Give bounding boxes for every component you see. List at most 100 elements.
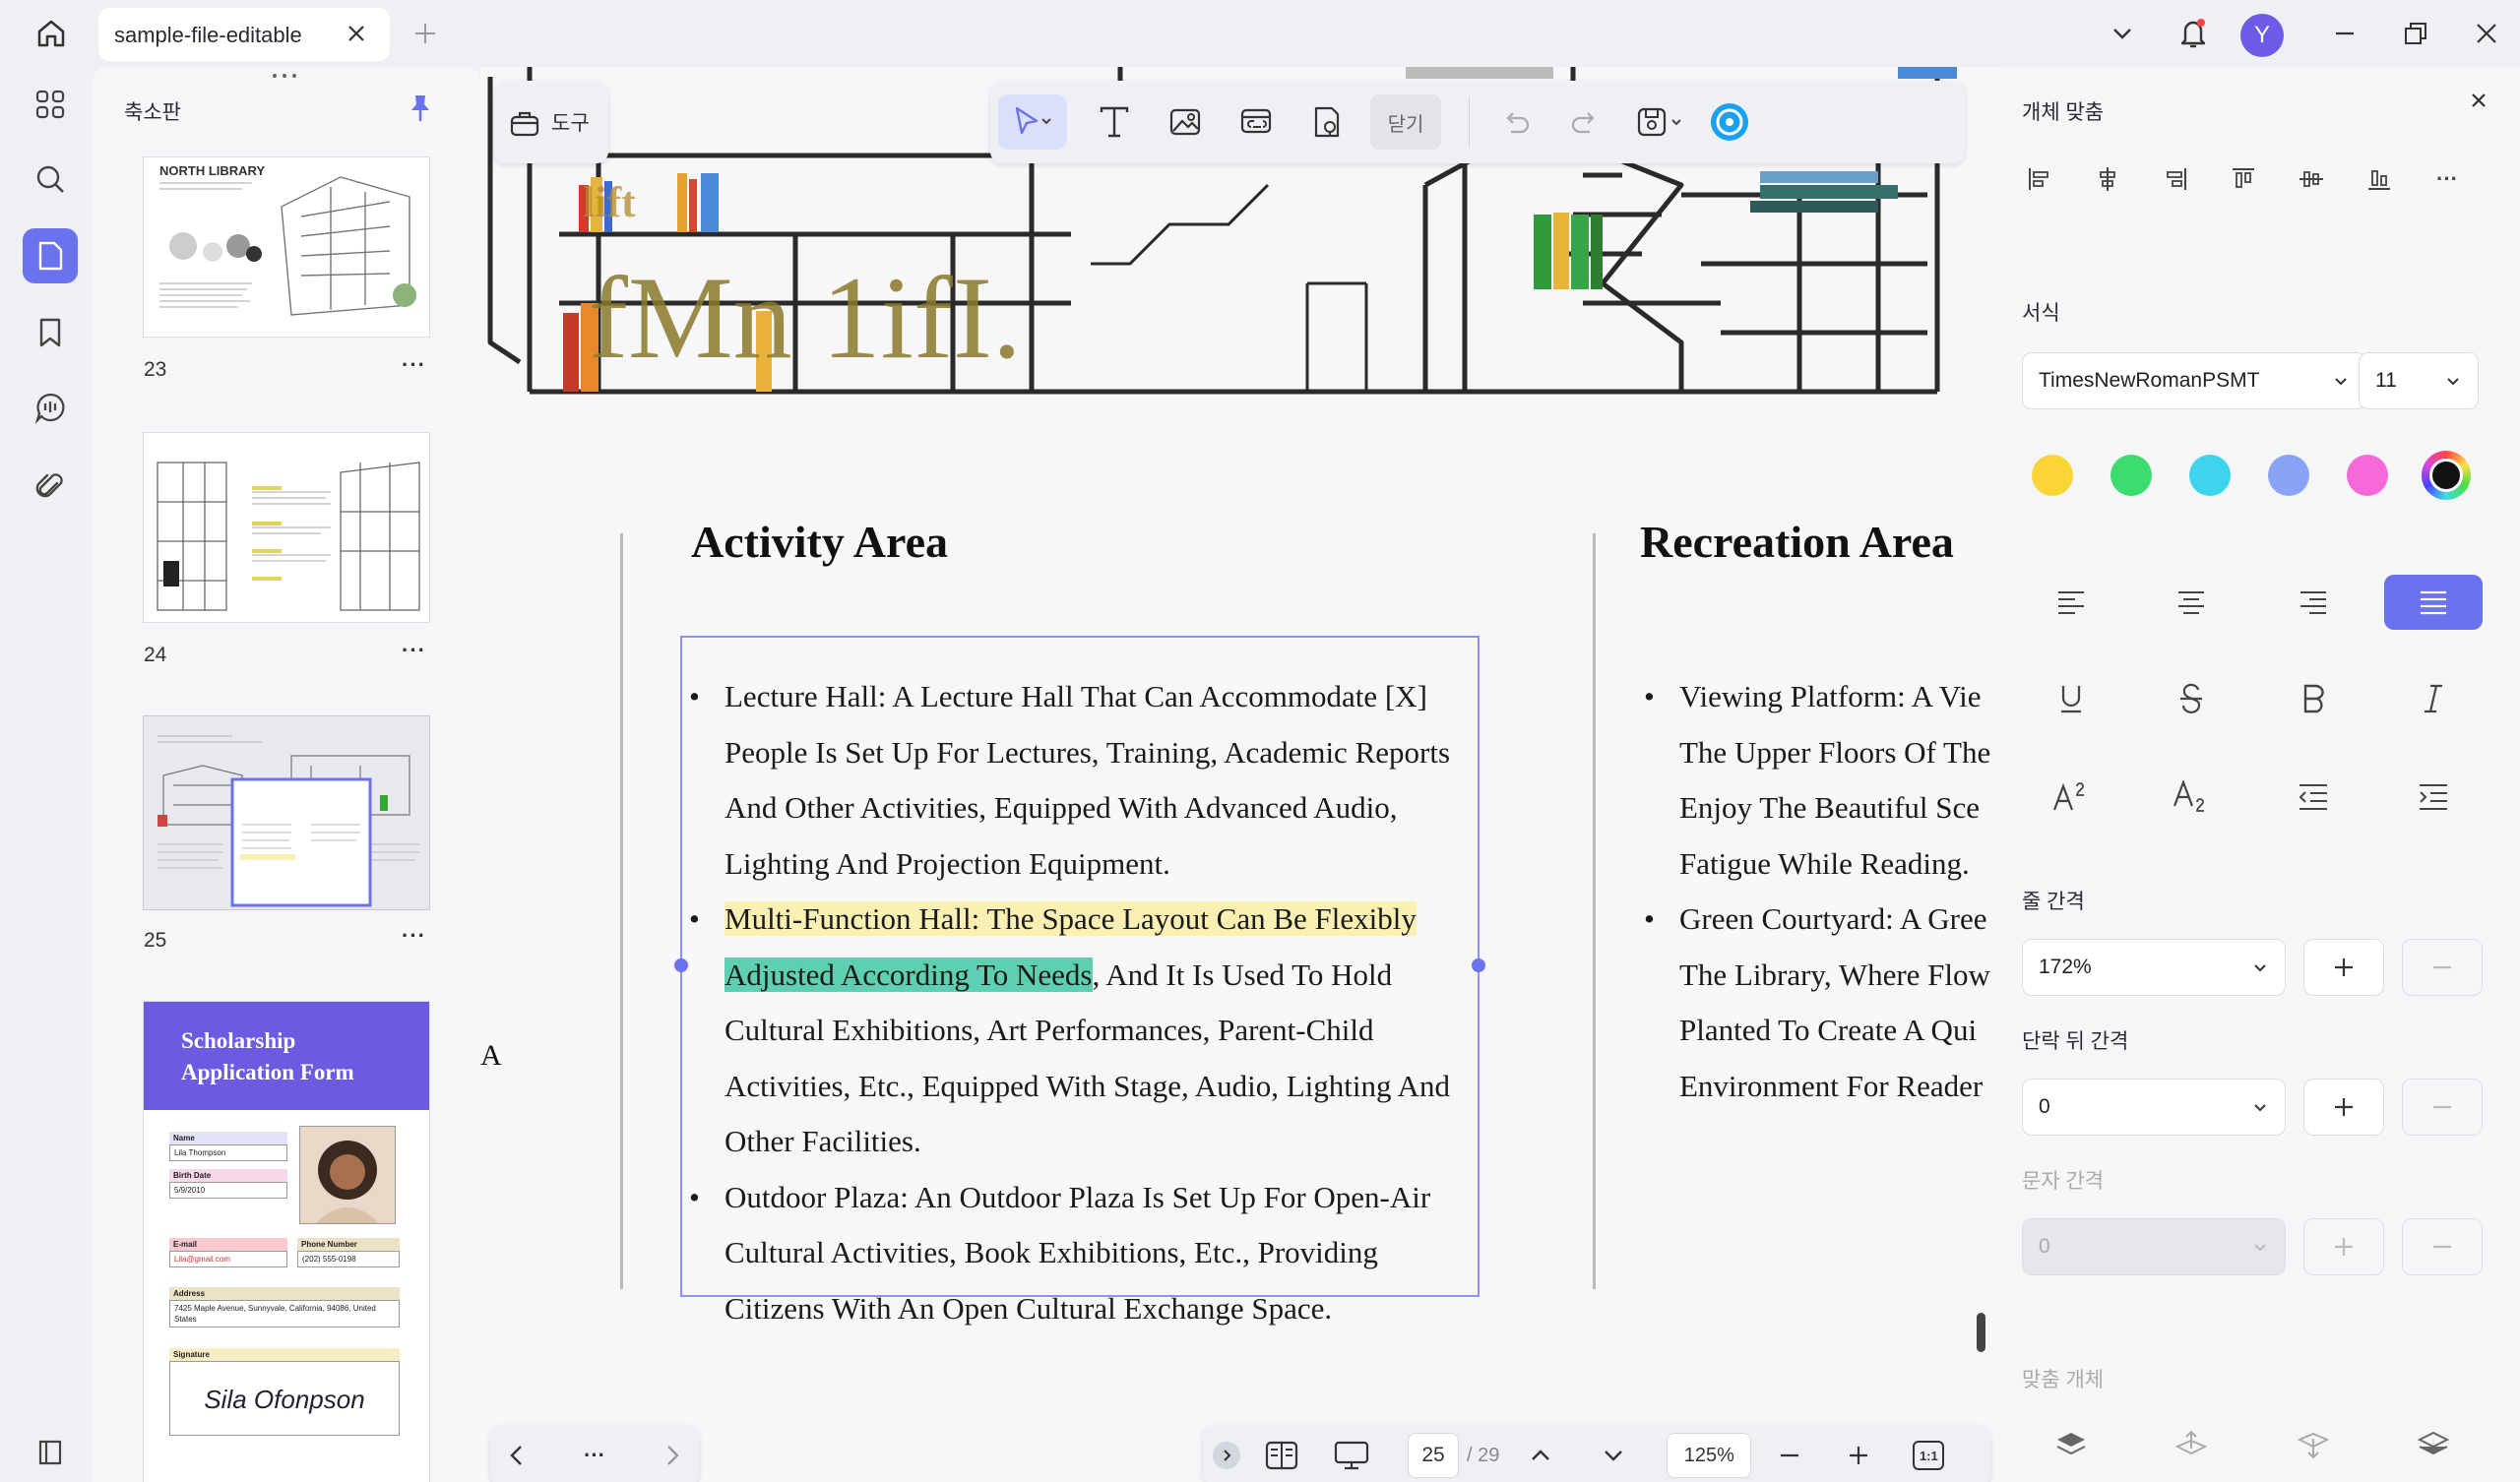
highlighted-text-green: Adjusted According To Needs [724,957,1093,992]
color-swatch-blue[interactable] [2268,455,2309,496]
next-page-icon[interactable] [1600,1442,1627,1469]
page-layout-icon[interactable] [1264,1439,1299,1472]
font-size-select[interactable]: 11 [2359,352,2479,409]
recreation-bullet-list[interactable]: Viewing Platform: A Vie The Upper Floors… [1644,669,1996,1114]
undo-button[interactable] [1489,94,1544,150]
sidebar-toggle-icon[interactable] [23,1425,78,1480]
bring-forward-icon[interactable] [2142,1417,2240,1472]
paragraph-spacing-decrease-button[interactable] [2402,1079,2483,1136]
character-spacing-decrease-button[interactable] [2402,1218,2483,1275]
decrease-indent-icon[interactable] [2264,770,2362,825]
superscript-icon[interactable] [2022,770,2120,825]
page-thumbnail-24[interactable] [144,433,429,622]
text-tool-button[interactable] [1087,94,1142,150]
text-align-center-icon[interactable] [2142,575,2240,630]
page-23-more-button[interactable]: ··· [402,352,426,378]
ai-assistant-button[interactable] [1702,94,1757,150]
align-bottom-icon[interactable] [2352,152,2407,207]
more-align-options-button[interactable]: ··· [2420,152,2475,207]
document-canvas[interactable]: lift fMn 1ifI. 도구 닫기 A Activity Area Rec… [480,67,1996,1482]
close-edit-button[interactable]: 닫기 [1370,94,1441,150]
page-thumbnail-25[interactable] [144,716,429,909]
color-swatch-green[interactable] [2110,455,2152,496]
notification-bell-icon[interactable] [2174,14,2213,53]
page-24-more-button[interactable]: ··· [402,638,426,663]
page-number-input[interactable]: 25 [1408,1433,1459,1478]
line-spacing-increase-button[interactable] [2303,939,2384,996]
new-tab-plus-icon[interactable] [406,14,445,53]
send-backward-icon[interactable] [2264,1417,2362,1472]
bring-to-front-icon[interactable] [2022,1417,2120,1472]
page-thumbnails-icon[interactable] [23,228,78,283]
line-spacing-decrease-button[interactable] [2402,939,2483,996]
more-button[interactable]: ··· [584,1443,605,1468]
bold-icon[interactable] [2264,671,2362,726]
align-left-icon[interactable] [2012,152,2067,207]
paragraph-spacing-increase-button[interactable] [2303,1079,2384,1136]
zoom-level[interactable]: 125% [1667,1433,1752,1478]
zoom-in-icon[interactable] [1846,1443,1871,1468]
close-window-icon[interactable] [2467,14,2506,53]
expand-chevron-icon[interactable] [1213,1442,1240,1469]
attachment-icon[interactable] [23,459,78,514]
comments-icon[interactable] [23,380,78,435]
strikethrough-icon[interactable] [2142,671,2240,726]
send-to-back-icon[interactable] [2384,1417,2483,1472]
vertical-scrollbar[interactable] [1977,1313,1985,1352]
chevron-down-icon [2254,1244,2266,1252]
drag-handle[interactable] [270,73,299,79]
actual-size-button[interactable]: 1:1 [1913,1441,1945,1470]
watermark-tool-button[interactable] [1299,94,1354,150]
color-swatch-cyan[interactable] [2189,455,2231,496]
font-family-select[interactable]: TimesNewRomanPSMT [2022,352,2366,409]
activity-bullet-list[interactable]: Lecture Hall: A Lecture Hall That Can Ac… [689,669,1482,1336]
character-spacing-select[interactable]: 0 [2022,1218,2286,1275]
align-middle-vertical-icon[interactable] [2284,152,2339,207]
color-swatch-pink[interactable] [2347,455,2388,496]
chevron-down-icon [2447,378,2459,386]
text-align-left-icon[interactable] [2022,575,2120,630]
bookmark-icon[interactable] [23,305,78,360]
save-button[interactable] [1623,94,1698,150]
zoom-out-icon[interactable] [1777,1443,1802,1468]
user-avatar[interactable]: Y [2240,14,2284,57]
resize-handle-left[interactable] [674,958,688,972]
page-thumbnail-23[interactable]: NORTH LIBRARY [144,157,429,337]
restore-window-icon[interactable] [2396,14,2435,53]
redo-button[interactable] [1556,94,1611,150]
increase-indent-icon[interactable] [2384,770,2483,825]
close-panel-icon[interactable] [2467,89,2490,112]
search-icon[interactable] [23,152,78,207]
text-align-right-icon[interactable] [2264,575,2362,630]
underline-icon[interactable] [2022,671,2120,726]
subscript-icon[interactable] [2142,770,2240,825]
line-spacing-select[interactable]: 172% [2022,939,2286,996]
chevron-left-icon[interactable] [502,1441,532,1470]
color-swatch-yellow[interactable] [2032,455,2073,496]
page-thumbnail-26[interactable]: Scholarship Application Form Name Lila T… [144,1002,429,1482]
chevron-down-icon[interactable] [2103,14,2142,53]
page-25-more-button[interactable]: ··· [402,923,426,949]
paragraph-spacing-select[interactable]: 0 [2022,1079,2286,1136]
italic-icon[interactable] [2384,671,2483,726]
link-tool-button[interactable] [1228,94,1284,150]
close-tab-icon[interactable] [345,22,368,45]
chevron-right-icon[interactable] [658,1441,687,1470]
text-align-justify-icon[interactable] [2384,575,2483,630]
align-center-horizontal-icon[interactable] [2080,152,2135,207]
document-tab[interactable]: sample-file-editable [98,8,390,61]
line-spacing-value: 172% [2039,956,2092,978]
pin-icon[interactable] [408,93,433,124]
character-spacing-increase-button[interactable] [2303,1218,2384,1275]
home-icon[interactable] [32,14,71,53]
align-top-icon[interactable] [2216,152,2271,207]
previous-page-icon[interactable] [1527,1442,1554,1469]
align-right-icon[interactable] [2148,152,2203,207]
color-picker-button[interactable] [2422,451,2471,500]
apps-grid-icon[interactable] [23,77,78,132]
presentation-icon[interactable] [1333,1439,1370,1472]
minimize-icon[interactable] [2325,14,2364,53]
tools-button[interactable]: 도구 [494,81,608,163]
image-tool-button[interactable] [1158,94,1213,150]
select-tool-button[interactable] [998,94,1067,150]
